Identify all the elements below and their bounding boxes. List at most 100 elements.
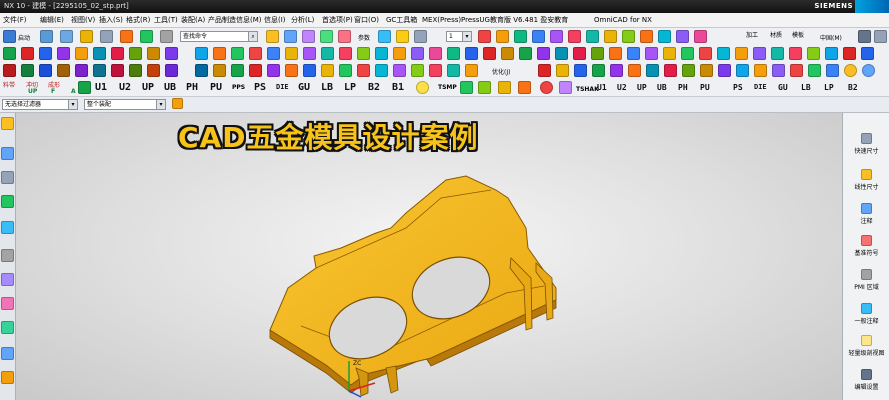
plate-icon[interactable] [357, 47, 370, 60]
green-down-arrow-icon[interactable] [78, 81, 91, 94]
globe-icon[interactable] [862, 64, 875, 77]
menu-file[interactable]: 文件(F) [3, 13, 27, 27]
tshak-label[interactable]: TSHAK [576, 86, 599, 93]
gusset-icon[interactable] [663, 47, 676, 60]
relief-icon[interactable] [231, 47, 244, 60]
corner-icon[interactable] [753, 47, 766, 60]
trim-steel-icon[interactable] [790, 64, 803, 77]
punch-lib-icon[interactable] [195, 64, 208, 77]
scope-filter-select[interactable]: 整个装配 ▾ [84, 99, 166, 110]
redo-icon[interactable] [60, 30, 73, 43]
help-icon[interactable] [874, 30, 887, 43]
pitch-icon[interactable] [147, 64, 160, 77]
pin-icon[interactable] [375, 47, 388, 60]
filter-icon[interactable] [172, 98, 183, 109]
spring-icon[interactable] [147, 47, 160, 60]
pocket-icon[interactable] [213, 47, 226, 60]
quick-dimension-button[interactable]: 快速尺寸 [843, 133, 889, 155]
menu-insert[interactable]: 插入(S) [99, 13, 123, 27]
dowel-icon[interactable] [393, 47, 406, 60]
layer-select[interactable]: 1 ▾ [446, 31, 472, 42]
t-icon[interactable] [498, 81, 511, 94]
washer-icon[interactable] [303, 64, 316, 77]
sensor-pin-icon[interactable] [429, 64, 442, 77]
die-button-u2[interactable]: U2 [119, 80, 131, 95]
strip-icon[interactable] [39, 47, 52, 60]
simulate-icon[interactable] [165, 64, 178, 77]
a-sublabel[interactable]: A [71, 88, 76, 95]
retainer-icon[interactable] [357, 64, 370, 77]
surface-icon[interactable] [514, 30, 527, 43]
die-base-icon[interactable] [57, 47, 70, 60]
contour-icon[interactable] [717, 47, 730, 60]
die-button-u2-r[interactable]: U2 [617, 80, 627, 95]
carrier-icon[interactable] [93, 64, 106, 77]
material-icon[interactable] [3, 64, 16, 77]
driver-icon[interactable] [556, 64, 569, 77]
die-button-ps[interactable]: PS [254, 80, 266, 95]
layout-icon[interactable] [21, 64, 34, 77]
tab-icon[interactable] [735, 47, 748, 60]
chamfer-icon[interactable] [568, 30, 581, 43]
optimize-label[interactable]: 优化(J) [492, 67, 510, 76]
manufacturing-wizard-icon[interactable] [1, 321, 14, 334]
unfold-icon[interactable] [591, 47, 604, 60]
pattern-icon[interactable] [604, 30, 617, 43]
start-icon[interactable] [3, 30, 16, 43]
system-materials-icon[interactable] [1, 273, 14, 286]
cut-icon[interactable] [573, 47, 586, 60]
shell-icon[interactable] [676, 30, 689, 43]
sketch-icon[interactable] [120, 30, 133, 43]
settings-icon[interactable] [858, 30, 871, 43]
check-icon[interactable] [501, 47, 514, 60]
sheet-metal-part[interactable] [256, 168, 576, 398]
die-button-ph-r[interactable]: PH [678, 80, 688, 95]
louver-icon[interactable] [645, 47, 658, 60]
motion-icon[interactable] [519, 47, 532, 60]
strip-label[interactable]: 料带 [3, 80, 15, 89]
export-icon[interactable] [861, 47, 874, 60]
hole-icon[interactable] [586, 30, 599, 43]
curve-icon[interactable] [532, 30, 545, 43]
prc-label[interactable]: 中国(M) [820, 33, 842, 42]
nitrogen-icon[interactable] [664, 64, 677, 77]
ring-icon[interactable] [416, 81, 429, 94]
die-button-pu-r[interactable]: PU [700, 80, 710, 95]
heel-icon[interactable] [465, 64, 478, 77]
blank-icon[interactable] [57, 64, 70, 77]
insert-icon[interactable] [93, 47, 106, 60]
process-studio-icon[interactable] [1, 297, 14, 310]
layer-icon[interactable] [302, 30, 315, 43]
start-label[interactable]: 启动 [18, 33, 30, 42]
menu-pmi[interactable]: 产品制造信息(M) [208, 13, 262, 27]
bend-icon[interactable] [249, 47, 262, 60]
menu-window[interactable]: 窗口(O) [354, 13, 379, 27]
die-button-pu[interactable]: PU [210, 80, 222, 95]
offset-icon[interactable] [658, 30, 671, 43]
block-icon[interactable] [321, 47, 334, 60]
lifter-pin-icon[interactable] [411, 64, 424, 77]
die-button-up-r[interactable]: UP [637, 80, 647, 95]
hem-icon[interactable] [681, 47, 694, 60]
menu-omnicad[interactable]: OmniCAD for NX [594, 13, 652, 27]
trim-icon[interactable] [640, 30, 653, 43]
clearance-icon[interactable] [537, 47, 550, 60]
nest-icon[interactable] [75, 64, 88, 77]
stopper-icon[interactable] [249, 64, 262, 77]
lightweight-view-button[interactable]: 轻量级剖视图 [843, 335, 889, 357]
knockout-icon[interactable] [754, 64, 767, 77]
thicken-icon[interactable] [694, 30, 707, 43]
sphere-icon[interactable] [844, 64, 857, 77]
stop-icon[interactable] [478, 30, 491, 43]
tsmp-label[interactable]: TSMP [438, 84, 457, 91]
key-icon[interactable] [339, 64, 352, 77]
mold-wizard-icon[interactable] [3, 47, 16, 60]
jog-icon[interactable] [699, 47, 712, 60]
punch-icon[interactable] [75, 47, 88, 60]
type-filter-select[interactable]: 无选择过滤器 ▾ [2, 99, 78, 110]
menu-preferences[interactable]: 首选项(P) [322, 13, 353, 27]
die-button-gu-r[interactable]: GU [778, 80, 788, 95]
extrude-icon[interactable] [140, 30, 153, 43]
pmi-region-button[interactable]: PMI 区域 [843, 269, 889, 291]
search-icon[interactable]: ⌕ [248, 32, 257, 41]
